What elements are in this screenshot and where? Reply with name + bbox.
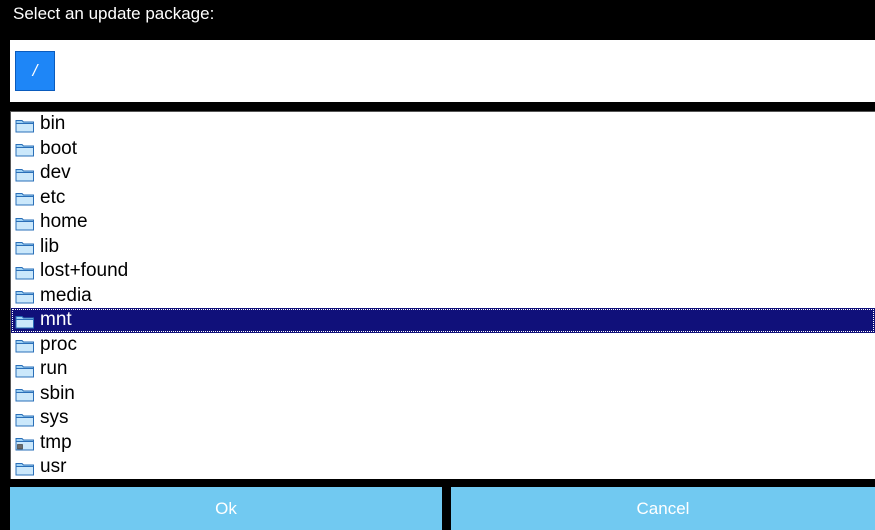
file-row-mnt[interactable]: mnt [11,308,875,333]
cancel-button[interactable]: Cancel [451,487,875,530]
file-row-tmp[interactable]: tmp [11,431,875,456]
folder-icon [15,313,35,329]
file-row-sys[interactable]: sys [11,406,875,431]
folder-icon [15,288,35,304]
file-row-run[interactable]: run [11,357,875,382]
folder-icon [15,337,35,353]
file-row-sbin[interactable]: sbin [11,382,875,407]
folder-icon [15,166,35,182]
button-bar: Ok Cancel [10,487,875,530]
file-row-proc[interactable]: proc [11,333,875,358]
folder-icon [15,386,35,402]
folder-icon [15,215,35,231]
file-row-home[interactable]: home [11,210,875,235]
file-row-label: run [40,358,68,380]
file-row-dev[interactable]: dev [11,161,875,186]
path-crumb-root[interactable]: / [15,51,55,91]
ok-button[interactable]: Ok [10,487,442,530]
folder-icon [15,411,35,427]
file-row-label: bin [40,113,66,135]
file-row-label: boot [40,137,77,159]
file-row-lib[interactable]: lib [11,235,875,260]
folder-icon [15,239,35,255]
file-row-lost-found[interactable]: lost+found [11,259,875,284]
dialog-title: Select an update package: [0,0,875,40]
file-row-label: sys [40,407,69,429]
folder-icon [15,117,35,133]
file-row-media[interactable]: media [11,284,875,309]
folder-icon [15,190,35,206]
folder-icon [15,362,35,378]
file-row-label: media [40,284,92,306]
folder-shared-icon [15,435,35,451]
file-row-boot[interactable]: boot [11,137,875,162]
file-row-label: lib [40,235,60,257]
file-row-etc[interactable]: etc [11,186,875,211]
file-list[interactable]: bin boot dev etc home lib lost+found media mnt pr… [10,111,875,479]
folder-icon [15,264,35,280]
file-dialog: Select an update package: / bin boot dev et… [0,0,875,530]
folder-icon [15,141,35,157]
file-row-label: usr [40,456,67,478]
file-row-label: mnt [40,309,72,331]
file-row-bin[interactable]: bin [11,112,875,137]
file-row-label: proc [40,333,77,355]
path-bar: / [10,40,875,102]
folder-icon [15,460,35,476]
file-row-label: etc [40,186,66,208]
file-row-label: sbin [40,382,75,404]
file-row-usr[interactable]: usr [11,455,875,479]
file-row-label: lost+found [40,260,129,282]
file-row-label: tmp [40,431,72,453]
file-row-label: home [40,211,88,233]
file-row-label: dev [40,162,71,184]
